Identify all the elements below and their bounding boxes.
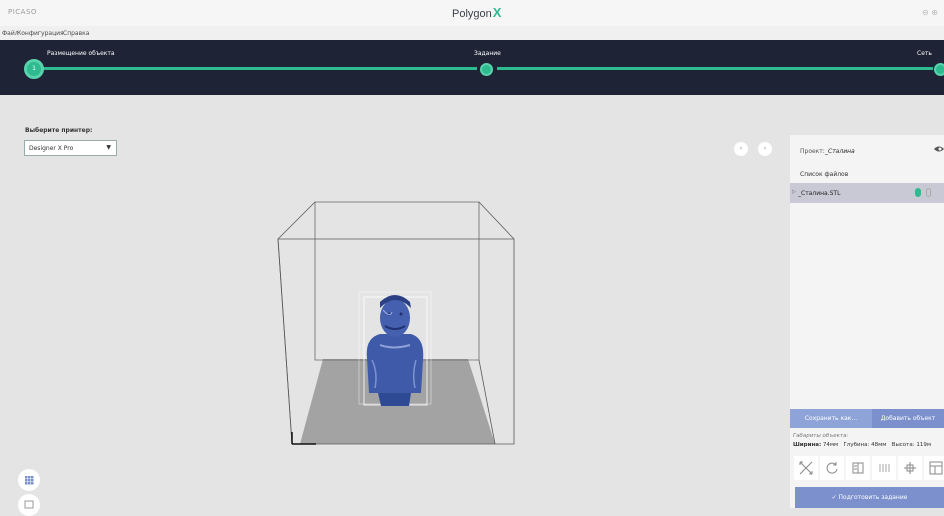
view-mode-button[interactable] xyxy=(18,494,40,516)
build-volume-front xyxy=(277,238,515,445)
width-label: Ширина: xyxy=(793,442,822,448)
center-icon xyxy=(904,462,916,474)
printer-select-label: Выберите принтер: xyxy=(25,127,93,134)
mirror-button[interactable] xyxy=(846,456,870,480)
width-value: 74мм xyxy=(822,442,839,448)
file-list-item[interactable]: ▷ _Сталина.STL xyxy=(790,183,944,203)
scale-button[interactable] xyxy=(794,456,818,480)
center-button[interactable] xyxy=(898,456,922,480)
printer-select-value: Designer X Pro xyxy=(29,145,74,152)
app-logo: PolygonX xyxy=(452,5,501,20)
build-volume-edge xyxy=(478,359,496,445)
project-name[interactable]: _Сталина xyxy=(825,148,855,155)
eye-icon[interactable] xyxy=(934,145,944,153)
add-object-button[interactable]: Добавить объект xyxy=(872,409,944,428)
printer-select[interactable]: Designer X Pro ▼ xyxy=(24,140,117,156)
right-panel: Проект: _Сталина Список файлов ▷ _Сталин… xyxy=(790,135,944,508)
object-bounding-box xyxy=(363,296,428,406)
layout-button[interactable] xyxy=(872,456,896,480)
depth-label: Глубина: xyxy=(843,442,870,448)
save-as-button[interactable]: Сохранить как... xyxy=(790,409,872,428)
build-volume-back xyxy=(314,201,480,361)
step-line-1 xyxy=(43,67,477,70)
arrange-button[interactable] xyxy=(924,456,944,480)
dimensions-row: Ширина: 74мм Глубина: 48мм Высота: 119м xyxy=(793,442,931,448)
file-name: _Сталина.STL xyxy=(798,190,841,197)
expand-arrow-icon[interactable]: ▷ xyxy=(792,189,796,195)
step-label-task[interactable]: Задание xyxy=(474,50,501,57)
caret-down-icon: ▼ xyxy=(106,144,111,151)
rotate-icon xyxy=(826,462,838,474)
height-value: 119м xyxy=(916,442,932,448)
step-dot-network[interactable] xyxy=(934,62,944,76)
step-line-2 xyxy=(497,67,933,70)
view-icon xyxy=(24,500,34,509)
logo-mark: X xyxy=(492,5,502,20)
menu-configuration[interactable]: Конфигурация xyxy=(17,30,64,37)
object-bounding-box-outer xyxy=(358,291,432,405)
mirror-icon xyxy=(852,462,864,474)
transform-toolbar xyxy=(794,456,944,482)
project-row: Проект: _Сталина xyxy=(790,135,944,165)
lock-icon[interactable] xyxy=(926,188,931,197)
step-label-network[interactable]: Сеть xyxy=(917,50,932,57)
build-plate xyxy=(300,359,495,444)
next-arrow-button[interactable]: › xyxy=(758,142,772,156)
progress-stepper: Размещение объекта Задание Сеть 1 xyxy=(0,40,944,95)
grid-icon xyxy=(25,476,34,485)
project-label: Проект: xyxy=(800,148,825,155)
layout-icon xyxy=(879,464,890,472)
depth-value: 48мм xyxy=(871,442,887,448)
window-controls[interactable]: ⊖ ⊕ xyxy=(922,8,938,17)
logo-text: Polygon xyxy=(452,8,492,20)
grid-view-button[interactable] xyxy=(18,469,40,491)
files-header-label: Список файлов xyxy=(800,171,849,178)
bust-model[interactable] xyxy=(366,295,424,406)
menu-help[interactable]: Справка xyxy=(63,30,89,37)
build-volume-edge xyxy=(277,201,316,240)
height-label: Высота: xyxy=(891,442,915,448)
menu-bar: Файл Конфигурация Справка xyxy=(0,26,944,40)
title-bar: PICASO PolygonX ⊖ ⊕ xyxy=(0,0,944,26)
scale-icon xyxy=(799,461,813,475)
files-header: Список файлов xyxy=(790,165,944,183)
arrange-icon xyxy=(929,461,943,475)
prepare-task-button[interactable]: ✓ Подготовить задание xyxy=(795,487,944,508)
step-dot-task[interactable] xyxy=(480,62,493,76)
step-dot-placement[interactable]: 1 xyxy=(24,59,44,79)
step-number: 1 xyxy=(32,65,36,72)
step-label-placement[interactable]: Размещение объекта xyxy=(47,50,115,57)
build-volume-edge xyxy=(478,201,515,240)
build-volume-edge xyxy=(277,238,293,445)
visibility-icon[interactable] xyxy=(915,188,921,197)
app-name: PICASO xyxy=(8,8,37,16)
prev-arrow-button[interactable]: ‹ xyxy=(734,142,748,156)
rotate-button[interactable] xyxy=(820,456,844,480)
dimensions-title: Габариты объекта: xyxy=(793,433,849,439)
